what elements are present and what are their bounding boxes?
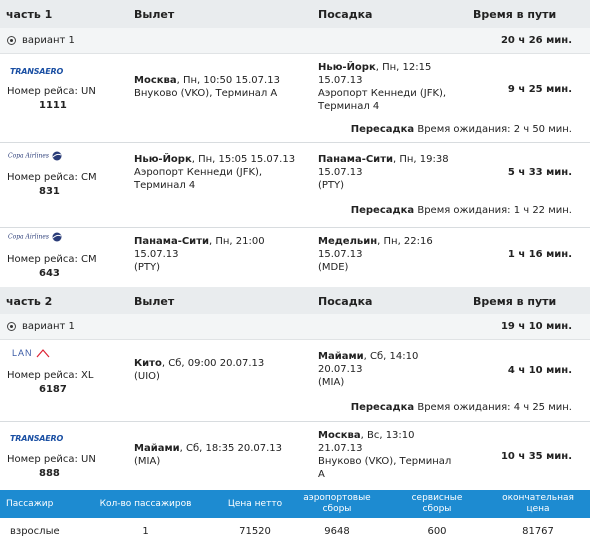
flight-segment: Copa Airlines Номер рейса: CM 643 Панама… [0, 227, 590, 287]
segment-duration: 10 ч 35 мин. [500, 451, 572, 462]
flight-segment: TRANSAERO Номер рейса: UN 1111 Москва, П… [0, 53, 590, 143]
col-net-price: Цена нетто [227, 499, 283, 509]
lan-logo: LAN [12, 348, 50, 358]
transfer-info: Пересадка Время ожидания: 1 ч 22 мин. [350, 205, 572, 216]
flight-number-label: Номер рейса: UN [7, 86, 96, 97]
departure-info: Кито, Сб, 09:00 20.07.13 (UIO) [134, 358, 265, 382]
col-passenger-count: Кол-во пассажиров [99, 499, 192, 509]
service-fees: 600 [427, 526, 447, 537]
copa-emblem-icon [52, 151, 62, 161]
passenger-count: 1 [142, 526, 149, 537]
flight-number: 831 [39, 186, 60, 197]
variant-total-time: 19 ч 10 мин. [500, 321, 572, 332]
airport-fees: 9648 [324, 526, 350, 537]
segment-duration: 9 ч 25 мин. [507, 84, 572, 95]
segment-duration: 1 ч 16 мин. [507, 249, 572, 260]
arrival-info: Панама-Сити, Пн, 19:38 15.07.13 (PTY) [318, 154, 449, 191]
transaero-logo: TRANSAERO [10, 434, 64, 443]
segment-duration: 5 ч 33 мин. [507, 167, 572, 178]
segment-duration: 4 ч 10 мин. [507, 365, 572, 376]
variant-label: вариант 1 [22, 321, 75, 332]
passenger-type: взрослые [10, 526, 60, 537]
lan-star-icon [36, 349, 50, 358]
col-passenger: Пассажир [6, 499, 54, 509]
time-header: Время в пути [473, 295, 557, 308]
dep-header: Вылет [134, 295, 175, 308]
price-table-header: Пассажир Кол-во пассажиров Цена нетто аэ… [0, 490, 590, 518]
flight-number-label: Номер рейса: CM [7, 172, 97, 183]
copa-airlines-logo: Copa Airlines [8, 232, 63, 242]
variant-radio[interactable] [7, 322, 16, 331]
dep-header: Вылет [134, 8, 175, 21]
arr-header: Посадка [318, 8, 373, 21]
variant-label: вариант 1 [22, 35, 75, 46]
variant-radio[interactable] [7, 36, 16, 45]
flight-number-label: Номер рейса: UN [7, 454, 96, 465]
col-service-fees: сервисные сборы [411, 493, 463, 514]
flight-number: 1111 [39, 100, 67, 111]
net-price: 71520 [239, 526, 271, 537]
flight-number: 643 [39, 268, 60, 279]
flight-number-label: Номер рейса: XL [7, 370, 94, 381]
flight-segment: LAN Номер рейса: XL 6187 Кито, Сб, 09:00… [0, 339, 590, 422]
flight-number: 6187 [39, 384, 67, 395]
part1-variant-row[interactable]: вариант 1 20 ч 26 мин. [0, 28, 590, 54]
flight-number-label: Номер рейса: CM [7, 254, 97, 265]
arrival-info: Медельин, Пн, 22:16 15.07.13 (MDE) [318, 236, 433, 273]
variant-total-time: 20 ч 26 мин. [500, 35, 572, 46]
part2-header: часть 2 Вылет Посадка Время в пути [0, 287, 590, 315]
col-final-price: окончательная цена [502, 493, 574, 514]
departure-info: Майами, Сб, 18:35 20.07.13 (MIA) [134, 443, 283, 467]
price-row: взрослые 1 71520 9648 600 81767 [0, 518, 590, 544]
part1-header: часть 1 Вылет Посадка Время в пути [0, 0, 590, 29]
arrival-info: Нью-Йорк, Пн, 12:15 15.07.13 Аэропорт Ке… [318, 62, 447, 112]
departure-info: Нью-Йорк, Пн, 15:05 15.07.13 Аэропорт Ке… [134, 154, 296, 191]
arrival-info: Майами, Сб, 14:10 20.07.13 (MIA) [318, 351, 419, 388]
final-price: 81767 [522, 526, 554, 537]
part2-variant-row[interactable]: вариант 1 19 ч 10 мин. [0, 314, 590, 340]
part2-title: часть 2 [6, 295, 53, 308]
time-header: Время в пути [473, 8, 557, 21]
copa-emblem-icon [52, 232, 62, 242]
col-airport-fees: аэропортовые сборы [303, 493, 371, 514]
part1-title: часть 1 [6, 8, 53, 21]
transfer-info: Пересадка Время ожидания: 4 ч 25 мин. [350, 402, 572, 413]
departure-info: Москва, Пн, 10:50 15.07.13 Внуково (VKO)… [134, 75, 280, 99]
arr-header: Посадка [318, 295, 373, 308]
transfer-info: Пересадка Время ожидания: 2 ч 50 мин. [350, 124, 572, 135]
arrival-info: Москва, Вс, 13:10 21.07.13 Внуково (VKO)… [318, 430, 452, 480]
flight-segment: Copa Airlines Номер рейса: CM 831 Нью-Йо… [0, 142, 590, 228]
departure-info: Панама-Сити, Пн, 21:00 15.07.13 (PTY) [134, 236, 265, 273]
flight-segment: TRANSAERO Номер рейса: UN 888 Майами, Сб… [0, 421, 590, 490]
copa-airlines-logo: Copa Airlines [8, 151, 63, 161]
flight-number: 888 [39, 468, 60, 479]
transaero-logo: TRANSAERO [10, 67, 64, 76]
